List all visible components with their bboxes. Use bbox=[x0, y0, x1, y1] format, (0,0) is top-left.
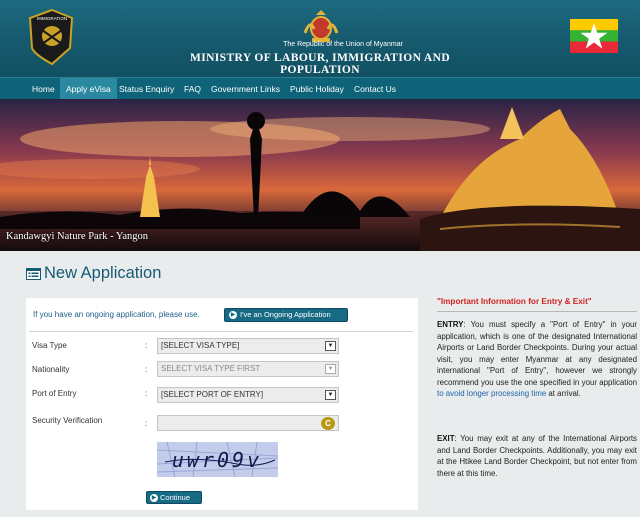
banner-image bbox=[0, 99, 640, 251]
nationality-label: Nationality bbox=[32, 365, 70, 374]
nav-government-links[interactable]: Government Links bbox=[205, 78, 286, 100]
chevron-down-icon: ▼ bbox=[325, 341, 336, 351]
colon: : bbox=[145, 341, 148, 350]
nav-home[interactable]: Home bbox=[26, 78, 61, 100]
visa-type-select[interactable]: [SELECT VISA TYPE] ▼ bbox=[157, 338, 339, 354]
hero-banner: Kandawgyi Nature Park - Yangon bbox=[0, 99, 640, 251]
entry-tail: at arrival. bbox=[546, 389, 581, 398]
nav-public-holiday[interactable]: Public Holiday bbox=[284, 78, 350, 100]
info-divider bbox=[437, 311, 637, 312]
colon: : bbox=[145, 389, 148, 398]
svg-text:IMMIGRATION: IMMIGRATION bbox=[37, 16, 67, 21]
visa-type-label: Visa Type bbox=[32, 341, 67, 350]
continue-button-label: Continue bbox=[160, 493, 191, 502]
ministry-title: MINISTRY OF LABOUR, IMMIGRATION AND POPU… bbox=[189, 52, 451, 76]
site-header: IMMIGRATION The Republic of the Union of… bbox=[0, 0, 640, 77]
colon: : bbox=[145, 365, 148, 374]
banner-caption: Kandawgyi Nature Park - Yangon bbox=[6, 231, 149, 242]
union-emblem bbox=[303, 10, 339, 42]
entry-label: ENTRY bbox=[437, 320, 464, 329]
myanmar-flag bbox=[570, 19, 618, 53]
captcha-image: uwr09v bbox=[157, 442, 278, 477]
entry-text: : You must specify a "Port of Entry" in … bbox=[437, 320, 637, 387]
main-nav: Home Apply eVisa Status Enquiry FAQ Gove… bbox=[0, 77, 640, 100]
immigration-logo[interactable]: IMMIGRATION bbox=[28, 8, 76, 66]
exit-label: EXIT bbox=[437, 434, 455, 443]
colon: : bbox=[145, 419, 148, 428]
entry-info: ENTRY: You must specify a "Port of Entry… bbox=[437, 319, 637, 400]
security-code-input[interactable] bbox=[157, 415, 339, 431]
nav-apply-evisa[interactable]: Apply eVisa bbox=[60, 78, 117, 100]
security-verification-label: Security Verification bbox=[32, 416, 103, 425]
arrow-right-icon: ▶ bbox=[229, 311, 237, 320]
list-icon bbox=[26, 268, 41, 280]
nationality-select[interactable]: SELECT VISA TYPE FIRST ▼ bbox=[157, 361, 339, 377]
chevron-down-icon: ▼ bbox=[325, 390, 336, 400]
nav-faq[interactable]: FAQ bbox=[178, 78, 207, 100]
chevron-down-icon: ▼ bbox=[325, 364, 336, 374]
visa-type-value: [SELECT VISA TYPE] bbox=[161, 341, 240, 350]
page-title: New Application bbox=[44, 264, 162, 282]
divider bbox=[29, 331, 413, 332]
port-of-entry-value: [SELECT PORT OF ENTRY] bbox=[161, 390, 264, 399]
port-of-entry-label: Port of Entry bbox=[32, 389, 77, 398]
nav-contact-us[interactable]: Contact Us bbox=[348, 78, 402, 100]
port-of-entry-select[interactable]: [SELECT PORT OF ENTRY] ▼ bbox=[157, 387, 339, 403]
application-form: If you have an ongoing application, plea… bbox=[26, 298, 418, 510]
exit-info: EXIT: You may exit at any of the Interna… bbox=[437, 433, 637, 479]
arrow-right-icon: ▶ bbox=[150, 494, 158, 503]
info-title: "Important Information for Entry & Exit" bbox=[437, 297, 592, 306]
ongoing-application-button[interactable]: ▶ I've an Ongoing Application bbox=[224, 308, 348, 322]
entry-exit-info: "Important Information for Entry & Exit"… bbox=[429, 289, 637, 501]
exit-text: : You may exit at any of the Internation… bbox=[437, 434, 637, 478]
ongoing-button-label: I've an Ongoing Application bbox=[240, 310, 331, 319]
republic-text: The Republic of the Union of Myanmar bbox=[283, 41, 403, 48]
entry-link[interactable]: to avoid longer processing time bbox=[437, 389, 546, 398]
nationality-value: SELECT VISA TYPE FIRST bbox=[161, 364, 261, 373]
refresh-icon[interactable]: C bbox=[321, 417, 335, 430]
nav-status-enquiry[interactable]: Status Enquiry bbox=[113, 78, 180, 100]
ongoing-prompt: If you have an ongoing application, plea… bbox=[33, 310, 200, 319]
continue-button[interactable]: ▶ Continue bbox=[146, 491, 202, 504]
